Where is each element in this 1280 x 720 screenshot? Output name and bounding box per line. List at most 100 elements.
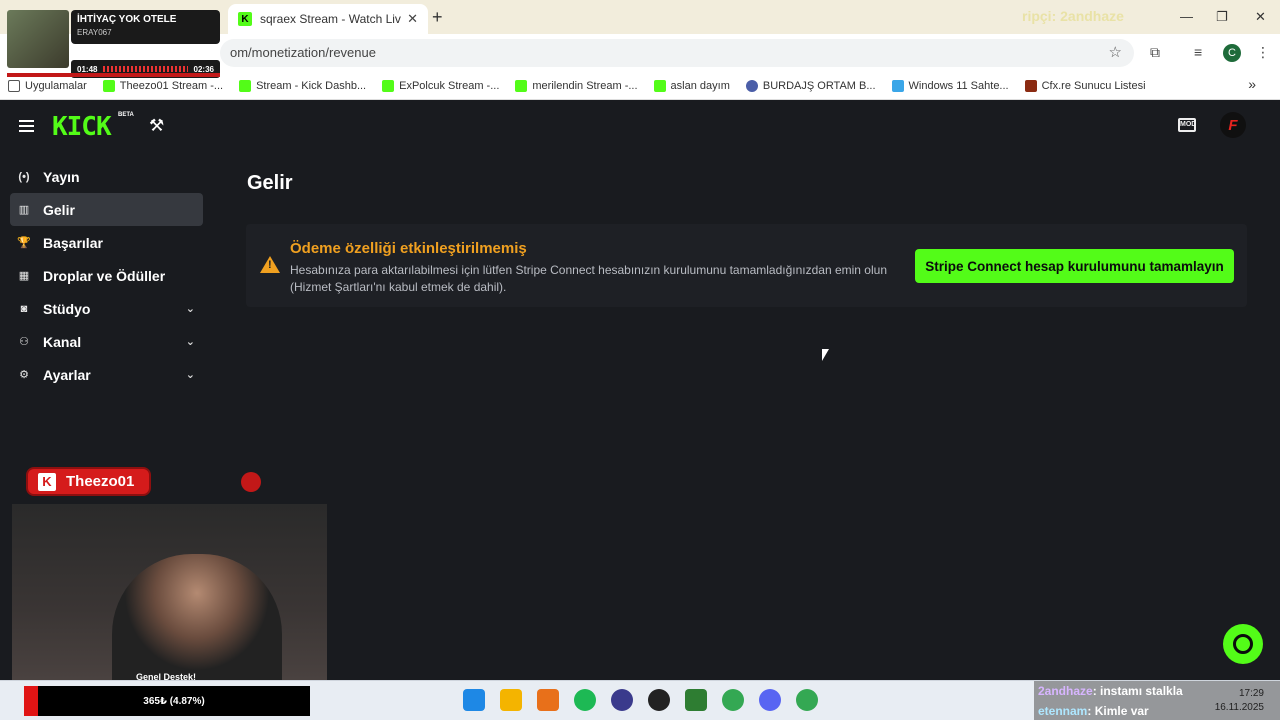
sidebar-item-yayin[interactable]: (•) Yayın: [10, 160, 203, 193]
kick-icon: [382, 79, 395, 92]
chevron-down-icon: ⌄: [185, 369, 195, 381]
bookmark-item[interactable]: merilendin Stream -...: [515, 79, 638, 92]
chrome-icon[interactable]: [796, 689, 818, 711]
bookmark-item[interactable]: BURDAJŞ ORTAM B...: [745, 79, 876, 92]
waveform-icon: [103, 66, 188, 72]
minimize-button[interactable]: —: [1180, 9, 1193, 24]
song-title: İHTİYAÇ YOK OTELE: [77, 14, 177, 25]
kick-icon: [515, 79, 528, 92]
kick-icon: [239, 79, 252, 92]
cam-caption: Genel Destek!: [136, 672, 197, 680]
app-icon[interactable]: [685, 689, 707, 711]
clock-time: 17:29: [1238, 688, 1264, 699]
media-icon[interactable]: ≡: [1194, 44, 1202, 60]
window-close-button[interactable]: ✕: [1255, 9, 1266, 25]
support-button[interactable]: [1223, 624, 1263, 664]
sidebar-item-label: Ayarlar: [43, 366, 91, 383]
chrome-icon[interactable]: [722, 689, 744, 711]
bookmark-item[interactable]: aslan dayım: [653, 79, 730, 92]
taskbar-apps: [463, 689, 833, 711]
profile-avatar[interactable]: C: [1223, 44, 1241, 62]
headset-icon: [1233, 634, 1253, 654]
payout-warning-alert: Ödeme özelliği etkinleştirilmemiş Hesabı…: [246, 224, 1247, 307]
chevron-down-icon: ⌄: [185, 303, 195, 315]
obs-icon[interactable]: [648, 689, 670, 711]
sidebar-item-ayarlar[interactable]: ⚙ Ayarlar ⌄: [10, 358, 203, 391]
url-field[interactable]: om/monetization/revenue ☆: [220, 39, 1134, 67]
album-cover: [7, 10, 69, 68]
close-icon[interactable]: ✕: [407, 11, 418, 27]
globe-icon: [745, 79, 758, 92]
windows-icon: [891, 79, 904, 92]
kick-icon: [653, 79, 666, 92]
donation-goal-bar: 365₺ (4.87%): [24, 686, 310, 716]
alert-text: Hesabınıza para aktarılabilmesi için lüt…: [290, 263, 887, 294]
maximize-button[interactable]: ❐: [1216, 9, 1228, 25]
file-explorer-icon[interactable]: [500, 689, 522, 711]
alert-title: Ödeme özelliği etkinleştirilmemiş: [290, 240, 527, 257]
channel-icon: ⚇: [19, 336, 29, 348]
sidebar-item-basarilar[interactable]: 🏆 Başarılar: [10, 226, 203, 259]
chart-icon: ▥: [18, 204, 30, 216]
cfx-icon: [1024, 79, 1037, 92]
streamer-name: Theezo01: [66, 473, 135, 490]
apps-grid-icon: [8, 79, 20, 92]
menu-icon[interactable]: ⋮: [1256, 44, 1270, 61]
windows-start-icon[interactable]: [463, 689, 485, 711]
chevron-right-icon[interactable]: »: [1248, 76, 1256, 92]
warning-icon: [260, 256, 280, 273]
clock-date: 16.11.2025: [1214, 702, 1264, 713]
bookmark-item[interactable]: Cfx.re Sunucu Listesi: [1024, 79, 1146, 92]
mouse-cursor-icon: [822, 349, 829, 361]
extensions-icon[interactable]: ⧉: [1150, 44, 1160, 61]
bookmark-item[interactable]: ExPolcuk Stream -...: [382, 79, 499, 92]
bookmark-item[interactable]: Theezo01 Stream -...: [102, 79, 223, 92]
kick-logo[interactable]: KICK: [52, 112, 112, 142]
url-text: om/monetization/revenue: [230, 45, 376, 60]
trophy-icon: 🏆: [17, 237, 31, 249]
kick-icon: K: [238, 12, 252, 26]
gift-icon: ▦: [18, 270, 30, 282]
mod-view-icon[interactable]: MOD: [1178, 118, 1196, 132]
chevron-down-icon: ⌄: [185, 336, 195, 348]
studio-icon: ◙: [20, 302, 28, 315]
sidebar-item-label: Kanal: [43, 333, 82, 350]
app-icon[interactable]: [611, 689, 633, 711]
sidebar-item-droplar[interactable]: ▦ Droplar ve Ödüller: [10, 259, 203, 292]
overlay-top-text: ripçi: 2andhaze: [1022, 8, 1124, 24]
star-icon[interactable]: ☆: [1109, 39, 1122, 67]
tab-title: sqraex Stream - Watch Live on: [260, 12, 401, 26]
sidebar-item-kanal[interactable]: ⚇ Kanal ⌄: [10, 325, 203, 358]
song-artist: ERAY067: [77, 28, 112, 37]
windows-taskbar: 365₺ (4.87%) 2andhaze: instamı stalkla e…: [0, 680, 1280, 720]
hamburger-menu-icon[interactable]: [19, 120, 34, 132]
system-clock[interactable]: 17:29 16.11.2025: [1214, 687, 1264, 715]
bookmark-item[interactable]: Uygulamalar: [8, 79, 87, 92]
progress-line: [7, 73, 220, 77]
streamer-badge: K Theezo01: [26, 467, 151, 496]
page-title: Gelir: [247, 172, 293, 194]
app-icon[interactable]: [537, 689, 559, 711]
kick-icon: K: [38, 472, 56, 491]
apple-icon: [241, 472, 261, 492]
browser-tab[interactable]: K sqraex Stream - Watch Live on ✕: [228, 4, 428, 34]
stripe-connect-button[interactable]: Stripe Connect hesap kurulumunu tamamlay…: [915, 249, 1234, 283]
hammer-icon[interactable]: ⚒: [149, 116, 164, 136]
sidebar-item-studyo[interactable]: ◙ Stüdyo ⌄: [10, 292, 203, 325]
sidebar-item-gelir[interactable]: ▥ Gelir: [10, 193, 203, 226]
beta-badge: BETA: [118, 112, 134, 118]
sidebar-item-label: Başarılar: [43, 234, 103, 251]
discord-icon[interactable]: [759, 689, 781, 711]
new-tab-button[interactable]: +: [432, 7, 443, 28]
music-overlay: İHTİYAÇ YOK OTELE ERAY067 01:48 02:36: [7, 10, 220, 78]
sidebar-item-label: Yayın: [43, 168, 80, 185]
bookmark-item[interactable]: Windows 11 Sahte...: [891, 79, 1009, 92]
broadcast-icon: (•): [18, 170, 30, 183]
kick-icon: [102, 79, 115, 92]
bookmark-item[interactable]: Stream - Kick Dashb...: [239, 79, 366, 92]
sidebar-item-label: Stüdyo: [43, 300, 91, 317]
spotify-icon[interactable]: [574, 689, 596, 711]
sidebar-item-label: Gelir: [43, 201, 75, 218]
now-playing-panel: İHTİYAÇ YOK OTELE ERAY067: [71, 10, 220, 44]
user-avatar[interactable]: F: [1220, 112, 1246, 138]
